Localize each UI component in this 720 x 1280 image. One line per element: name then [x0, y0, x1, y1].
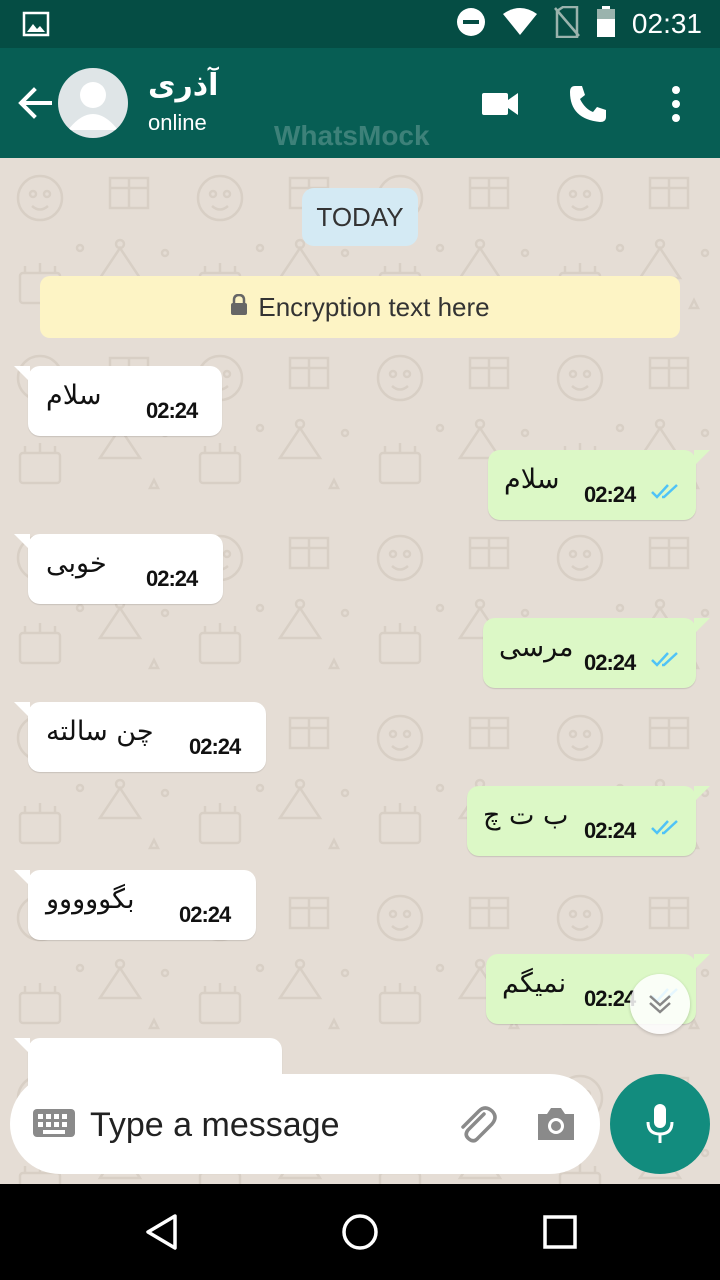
date-chip: TODAY	[302, 188, 418, 246]
gallery-icon	[22, 10, 50, 42]
read-receipt-icon	[650, 650, 682, 672]
message-outgoing[interactable]: مرسی 02:24	[483, 618, 710, 688]
nav-recents-icon[interactable]	[542, 1212, 578, 1256]
scroll-to-bottom-button[interactable]	[630, 974, 690, 1034]
message-text: چن سالته	[46, 716, 154, 747]
message-time: 02:24	[146, 566, 198, 591]
message-time: 02:24	[146, 398, 198, 423]
read-receipt-icon	[650, 818, 682, 840]
double-chevron-down-icon	[649, 995, 671, 1014]
message-incoming[interactable]: سلام 02:24	[14, 366, 222, 436]
nav-home-icon[interactable]	[340, 1212, 380, 1256]
message-incoming[interactable]: بگووووو 02:24	[14, 870, 256, 940]
chat-area[interactable]: TODAY Encryption text here سلام 02:24 سل…	[0, 158, 720, 1184]
lock-icon	[230, 292, 248, 323]
do-not-disturb-icon	[456, 7, 486, 41]
read-receipt-icon	[650, 482, 682, 504]
keyboard-icon[interactable]	[32, 1108, 76, 1144]
status-bar: 02:31	[0, 0, 720, 48]
status-time: 02:31	[631, 8, 702, 39]
message-time: 02:24	[179, 902, 231, 927]
system-nav-bar	[0, 1184, 720, 1280]
message-time: 02:24	[584, 650, 636, 675]
message-text: سلام	[46, 380, 102, 411]
contact-status: online	[148, 110, 207, 135]
video-call-icon[interactable]	[478, 82, 522, 126]
message-text: ب ت چ	[483, 800, 569, 831]
message-time: 02:24	[189, 734, 241, 759]
message-composer	[10, 1074, 600, 1174]
phone-icon[interactable]	[566, 82, 610, 126]
mic-button[interactable]	[610, 1074, 710, 1174]
message-time: 02:24	[584, 986, 636, 1011]
contact-name[interactable]: آذری	[148, 68, 218, 103]
no-sim-icon	[553, 5, 580, 42]
message-incoming[interactable]: چن سالته 02:24	[14, 702, 266, 772]
wifi-icon	[502, 8, 538, 40]
back-arrow-icon[interactable]	[14, 82, 56, 124]
mic-icon	[646, 1104, 674, 1143]
attach-icon[interactable]	[456, 1102, 500, 1150]
message-text: سلام	[504, 464, 560, 495]
battery-icon	[596, 6, 616, 42]
message-time: 02:24	[584, 482, 636, 507]
more-vert-icon[interactable]	[654, 82, 698, 126]
message-text: خوبی	[46, 548, 107, 579]
chat-header: آذری online WhatsMock	[0, 48, 720, 158]
message-outgoing[interactable]: ب ت چ 02:24	[467, 786, 710, 856]
message-outgoing[interactable]: سلام 02:24	[488, 450, 710, 520]
encryption-notice[interactable]: Encryption text here	[40, 276, 680, 338]
message-text: بگووووو	[46, 884, 135, 915]
encryption-text: Encryption text here	[258, 291, 490, 322]
message-incoming[interactable]: خوبی 02:24	[14, 534, 223, 604]
watermark: WhatsMock	[274, 120, 430, 151]
message-time: 02:24	[584, 818, 636, 843]
camera-icon[interactable]	[534, 1106, 578, 1146]
message-text: نمیگم	[502, 968, 567, 999]
message-input[interactable]	[90, 1100, 440, 1150]
nav-back-icon[interactable]	[142, 1212, 182, 1256]
message-text: مرسی	[499, 632, 574, 663]
avatar[interactable]	[58, 68, 128, 138]
